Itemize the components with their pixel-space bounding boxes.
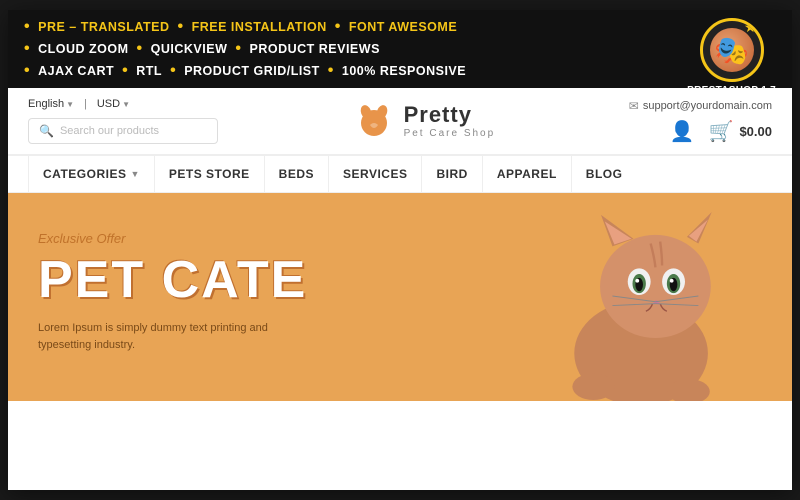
mail-icon: ✉ bbox=[629, 99, 639, 113]
banner-item-installation: FREE INSTALLATION bbox=[192, 20, 327, 34]
logo-icon bbox=[352, 99, 396, 143]
logo-title: Pretty bbox=[404, 103, 496, 127]
nav-label-categories: CATEGORIES bbox=[43, 167, 126, 181]
logo-text-group: Pretty Pet Care Shop bbox=[404, 103, 496, 138]
support-email: ✉ support@yourdomain.com bbox=[629, 99, 772, 113]
search-input[interactable]: Search our products bbox=[60, 125, 159, 137]
hero-exclusive: Exclusive Offer bbox=[38, 231, 307, 246]
nav-item-categories[interactable]: CATEGORIES ▼ bbox=[28, 156, 155, 192]
cat-image bbox=[452, 193, 792, 401]
banner-item-fontawesome: FONT AWESOME bbox=[349, 20, 457, 34]
banner-item-rtl: RTL bbox=[136, 64, 162, 78]
bullet-8: • bbox=[122, 62, 128, 80]
banner-item-cloudzoom: CLOUD ZOOM bbox=[38, 42, 128, 56]
bullet-4: • bbox=[24, 40, 30, 58]
nav-label-services: SERVICES bbox=[343, 167, 407, 181]
nav-label-apparel: APPAREL bbox=[497, 167, 557, 181]
logo-area[interactable]: Pretty Pet Care Shop bbox=[352, 99, 496, 143]
categories-arrow-icon: ▼ bbox=[130, 169, 139, 179]
badge-face bbox=[710, 28, 754, 72]
bullet-2: • bbox=[178, 18, 184, 36]
bullet-9: • bbox=[170, 62, 176, 80]
bullet-6: • bbox=[235, 40, 241, 58]
bullet-5: • bbox=[137, 40, 143, 58]
nav-item-blog[interactable]: BLOG bbox=[572, 156, 637, 192]
bullet-1: • bbox=[24, 18, 30, 36]
nav-label-blog: BLOG bbox=[586, 167, 623, 181]
currency-selector[interactable]: USD ▼ bbox=[97, 98, 130, 110]
cart-area[interactable]: 🛒 $0.00 bbox=[709, 119, 772, 144]
cart-icon[interactable]: 🛒 bbox=[709, 119, 734, 144]
banner-item-ajaxcart: AJAX CART bbox=[38, 64, 114, 78]
banner-row-3: • AJAX CART • RTL • PRODUCT GRID/LIST • … bbox=[24, 62, 776, 80]
outer-container: • PRE – TRANSLATED • FREE INSTALLATION •… bbox=[0, 0, 800, 500]
badge-circle: ★ bbox=[700, 18, 764, 82]
top-banner: • PRE – TRANSLATED • FREE INSTALLATION •… bbox=[8, 10, 792, 88]
badge-label: PRESTASHOP 1.7 bbox=[687, 85, 776, 96]
language-arrow-icon: ▼ bbox=[66, 100, 74, 109]
bullet-3: • bbox=[335, 18, 341, 36]
nav-item-bird[interactable]: BIRD bbox=[422, 156, 482, 192]
cat-illustration bbox=[482, 193, 762, 401]
main-header: English ▼ | USD ▼ 🔍 Search our products bbox=[8, 88, 792, 155]
logo-subtitle: Pet Care Shop bbox=[404, 128, 496, 139]
nav-bar: CATEGORIES ▼ PETS STORE BEDS SERVICES BI… bbox=[8, 155, 792, 193]
language-label: English bbox=[28, 98, 64, 110]
nav-label-petsstore: PETS STORE bbox=[169, 167, 250, 181]
search-box[interactable]: 🔍 Search our products bbox=[28, 118, 218, 144]
nav-label-beds: BEDS bbox=[279, 167, 314, 181]
currency-label: USD bbox=[97, 98, 120, 110]
nav-item-services[interactable]: SERVICES bbox=[329, 156, 422, 192]
banner-row-1: • PRE – TRANSLATED • FREE INSTALLATION •… bbox=[24, 18, 776, 36]
search-icon: 🔍 bbox=[39, 124, 54, 138]
email-address: support@yourdomain.com bbox=[643, 100, 772, 112]
header-left: English ▼ | USD ▼ 🔍 Search our products bbox=[28, 98, 218, 144]
nav-item-petsstore[interactable]: PETS STORE bbox=[155, 156, 265, 192]
nav-label-bird: BIRD bbox=[436, 167, 467, 181]
lang-currency-bar: English ▼ | USD ▼ bbox=[28, 98, 218, 110]
currency-arrow-icon: ▼ bbox=[122, 100, 130, 109]
hero-description: Lorem Ipsum is simply dummy text printin… bbox=[38, 320, 278, 353]
banner-item-responsive: 100% RESPONSIVE bbox=[342, 64, 466, 78]
hero-section: Exclusive Offer PET CATE Lorem Ipsum is … bbox=[8, 193, 792, 401]
banner-row-2: • CLOUD ZOOM • QUICKVIEW • PRODUCT REVIE… bbox=[24, 40, 776, 58]
banner-item-productgrid: PRODUCT GRID/LIST bbox=[184, 64, 320, 78]
inner-card: • PRE – TRANSLATED • FREE INSTALLATION •… bbox=[8, 10, 792, 490]
banner-item-reviews: PRODUCT REVIEWS bbox=[249, 42, 379, 56]
cart-price: $0.00 bbox=[739, 124, 772, 139]
hero-title: PET CATE bbox=[38, 254, 307, 306]
hero-content: Exclusive Offer PET CATE Lorem Ipsum is … bbox=[8, 193, 337, 391]
bullet-7: • bbox=[24, 62, 30, 80]
nav-item-beds[interactable]: BEDS bbox=[265, 156, 329, 192]
account-icon[interactable]: 👤 bbox=[670, 119, 695, 144]
banner-item-quickview: QUICKVIEW bbox=[151, 42, 228, 56]
nav-item-apparel[interactable]: APPAREL bbox=[483, 156, 572, 192]
banner-item-pretranslated: PRE – TRANSLATED bbox=[38, 20, 169, 34]
prestashop-badge: ★ PRESTASHOP 1.7 bbox=[687, 18, 776, 96]
header-actions: 👤 🛒 $0.00 bbox=[670, 119, 772, 144]
header-right: ✉ support@yourdomain.com 👤 🛒 $0.00 bbox=[629, 99, 772, 144]
bullet-10: • bbox=[328, 62, 334, 80]
language-selector[interactable]: English ▼ bbox=[28, 98, 74, 110]
divider: | bbox=[84, 98, 87, 110]
